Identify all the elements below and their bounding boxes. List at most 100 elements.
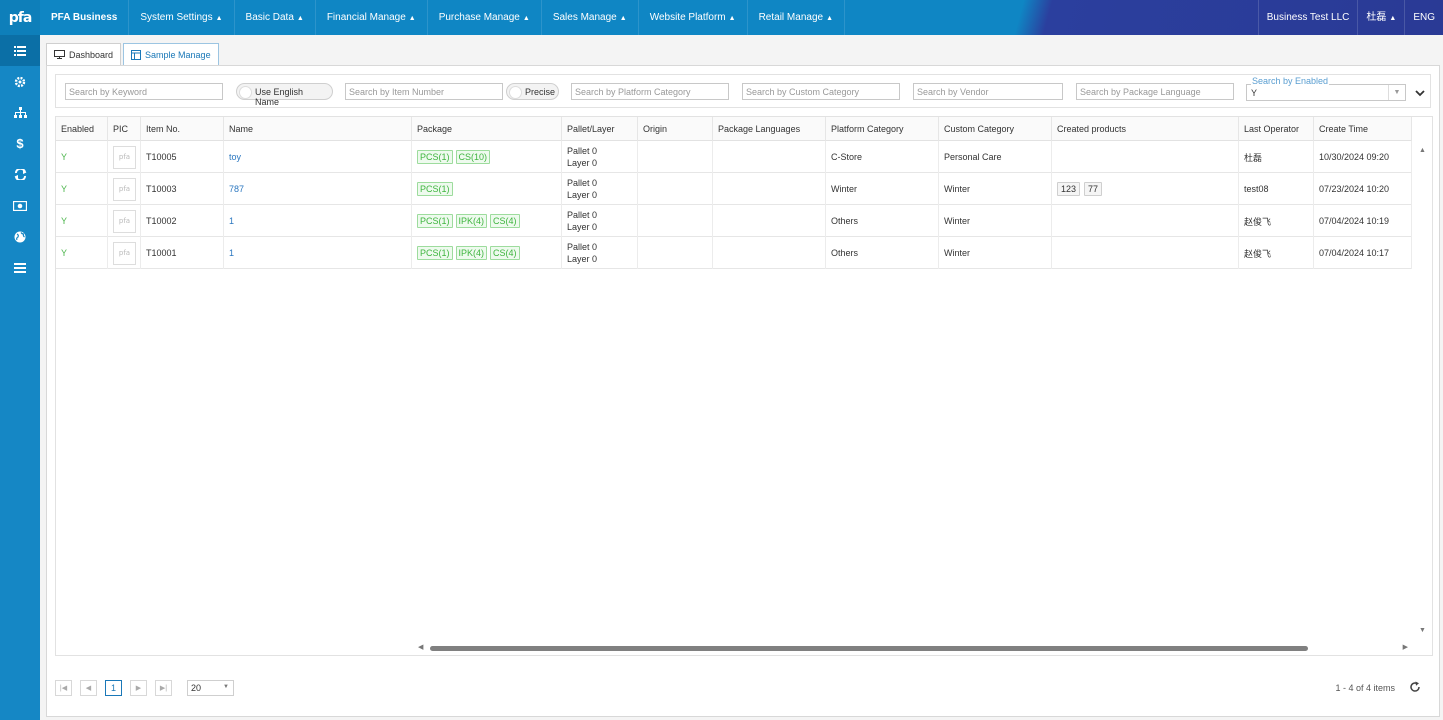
refresh-button[interactable] — [1409, 681, 1421, 695]
horizontal-scroll-thumb[interactable] — [430, 646, 1308, 651]
last-page-button[interactable]: ▶| — [155, 680, 172, 696]
scroll-down-icon[interactable]: ▼ — [1419, 627, 1426, 634]
cell-name-link[interactable]: 787 — [224, 173, 412, 205]
column-header-package[interactable]: Package — [412, 117, 562, 141]
column-header-name[interactable]: Name — [224, 117, 412, 141]
keyword-search-input[interactable]: Search by Keyword — [65, 83, 223, 100]
column-header-create-time[interactable]: Create Time — [1314, 117, 1412, 141]
custom-category-search-input[interactable]: Search by Custom Category — [742, 83, 900, 100]
scroll-right-icon[interactable]: ▶ — [1403, 643, 1408, 651]
sidebar-item-menu[interactable] — [0, 252, 40, 283]
package-badge: CS(10) — [455, 150, 491, 164]
language-switch[interactable]: ENG — [1404, 0, 1443, 35]
user-name: 杜磊 — [1366, 12, 1387, 23]
package-badge: IPK(4) — [455, 214, 488, 228]
user-menu[interactable]: 杜磊 ▲ — [1357, 0, 1404, 35]
cell-name-link[interactable]: 1 — [224, 237, 412, 269]
item-thumbnail[interactable]: pfa — [113, 209, 136, 233]
item-thumbnail[interactable]: pfa — [113, 145, 136, 169]
item-thumbnail[interactable]: pfa — [113, 241, 136, 265]
column-header-pic[interactable]: PIC — [108, 117, 141, 141]
column-header-package-languages[interactable]: Package Languages — [713, 117, 826, 141]
item-number-search-input[interactable]: Search by Item Number — [345, 83, 503, 100]
package-badge: PCS(1) — [417, 182, 453, 196]
sidebar-item-money[interactable] — [0, 190, 40, 221]
tab-sample-manage[interactable]: Sample Manage — [123, 43, 219, 65]
created-product-badge[interactable]: 123 — [1057, 182, 1081, 196]
table-row[interactable]: Y pfa T10001 1 PCS(1) IPK(4) CS(4) Palle… — [56, 237, 1412, 269]
package-badge: PCS(1) — [417, 246, 453, 260]
item-thumbnail[interactable]: pfa — [113, 177, 136, 201]
cell-package-languages — [713, 205, 826, 237]
cell-pic[interactable]: pfa — [108, 205, 141, 237]
cell-origin — [638, 173, 713, 205]
column-header-created-products[interactable]: Created products — [1052, 117, 1239, 141]
sidebar-item-organization[interactable] — [0, 97, 40, 128]
menu-sales-manage[interactable]: Sales Manage ▲ — [542, 0, 639, 35]
menu-purchase-manage[interactable]: Purchase Manage ▲ — [428, 0, 542, 35]
column-header-enabled[interactable]: Enabled — [56, 117, 108, 141]
use-english-name-toggle[interactable]: Use English Name — [236, 83, 333, 107]
cell-name-link[interactable]: toy — [224, 141, 412, 173]
expand-filters-button[interactable] — [1414, 87, 1426, 99]
scroll-up-icon[interactable]: ▲ — [1419, 147, 1426, 154]
cell-name-link[interactable]: 1 — [224, 205, 412, 237]
company-name[interactable]: Business Test LLC — [1257, 0, 1358, 35]
vertical-scrollbar[interactable]: ▲ ▼ — [1412, 141, 1432, 651]
first-page-button[interactable]: |◀ — [55, 680, 72, 696]
table-row[interactable]: Y pfa T10002 1 PCS(1) IPK(4) CS(4) Palle… — [56, 205, 1412, 237]
created-product-badge[interactable]: 77 — [1084, 182, 1103, 196]
enabled-select-box[interactable]: Y ▼ — [1246, 84, 1406, 101]
caret-up-icon: ▲ — [728, 15, 736, 22]
sidebar-item-website[interactable] — [0, 221, 40, 252]
column-header-origin[interactable]: Origin — [638, 117, 713, 141]
cell-package: PCS(1) IPK(4) CS(4) — [412, 205, 562, 237]
table-row[interactable]: Y pfa T10005 toy PCS(1) CS(10) Pallet 0 L… — [56, 141, 1412, 173]
tab-dashboard[interactable]: Dashboard — [46, 43, 122, 65]
next-page-button[interactable]: ▶ — [130, 680, 147, 696]
cell-enabled: Y — [56, 141, 108, 173]
menu-website-platform[interactable]: Website Platform ▲ — [639, 0, 748, 35]
menu-label: Purchase Manage — [438, 12, 520, 23]
cell-pic[interactable]: pfa — [108, 141, 141, 173]
precise-toggle[interactable]: Precise — [506, 83, 559, 100]
column-header-custom-category[interactable]: Custom Category — [939, 117, 1052, 141]
sidebar-item-exchange[interactable] — [0, 159, 40, 190]
column-header-last-operator[interactable]: Last Operator — [1239, 117, 1314, 141]
prev-page-button[interactable]: ◀ — [80, 680, 97, 696]
sidebar-item-list[interactable] — [0, 35, 40, 66]
horizontal-scrollbar[interactable]: ◀ ▶ — [418, 643, 1408, 653]
menu-financial-manage[interactable]: Financial Manage ▲ — [316, 0, 428, 35]
column-header-item-no[interactable]: Item No. — [141, 117, 224, 141]
cell-package: PCS(1) IPK(4) CS(4) — [412, 237, 562, 269]
menu-basic-data[interactable]: Basic Data ▲ — [235, 0, 316, 35]
triangle-down-icon[interactable]: ▼ — [1388, 85, 1405, 100]
cell-created-products — [1052, 237, 1239, 269]
page-number-button[interactable]: 1 — [105, 680, 122, 696]
cell-created-products — [1052, 141, 1239, 173]
vendor-search-input[interactable]: Search by Vendor — [913, 83, 1063, 100]
app-logo[interactable]: pfa — [0, 0, 40, 35]
column-header-platform-category[interactable]: Platform Category — [826, 117, 939, 141]
cell-custom-category: Winter — [939, 205, 1052, 237]
menu-retail-manage[interactable]: Retail Manage ▲ — [748, 0, 845, 35]
table-row[interactable]: Y pfa T10003 787 PCS(1) Pallet 0 Layer 0 … — [56, 173, 1412, 205]
page-size-select[interactable]: 20 ▼ — [187, 680, 234, 696]
column-header-pallet-layer[interactable]: Pallet/Layer — [562, 117, 638, 141]
package-language-search-input[interactable]: Search by Package Language — [1076, 83, 1234, 100]
monitor-icon — [54, 50, 65, 59]
brand-name[interactable]: PFA Business — [40, 0, 130, 35]
cell-create-time: 10/30/2024 09:20 — [1314, 141, 1412, 173]
enabled-select-label: Search by Enabled — [1251, 76, 1330, 86]
cell-pic[interactable]: pfa — [108, 237, 141, 269]
platform-category-search-input[interactable]: Search by Platform Category — [571, 83, 729, 100]
scroll-left-icon[interactable]: ◀ — [418, 643, 423, 651]
cell-created-products — [1052, 205, 1239, 237]
sidebar-item-settings[interactable] — [0, 66, 40, 97]
caret-up-icon: ▲ — [296, 15, 304, 22]
enabled-select[interactable]: Y ▼ Search by Enabled — [1246, 75, 1410, 103]
sidebar-item-finance[interactable]: $ — [0, 128, 40, 159]
cell-pic[interactable]: pfa — [108, 173, 141, 205]
cell-created-products: 123 77 — [1052, 173, 1239, 205]
menu-system-settings[interactable]: System Settings ▲ — [129, 0, 235, 35]
